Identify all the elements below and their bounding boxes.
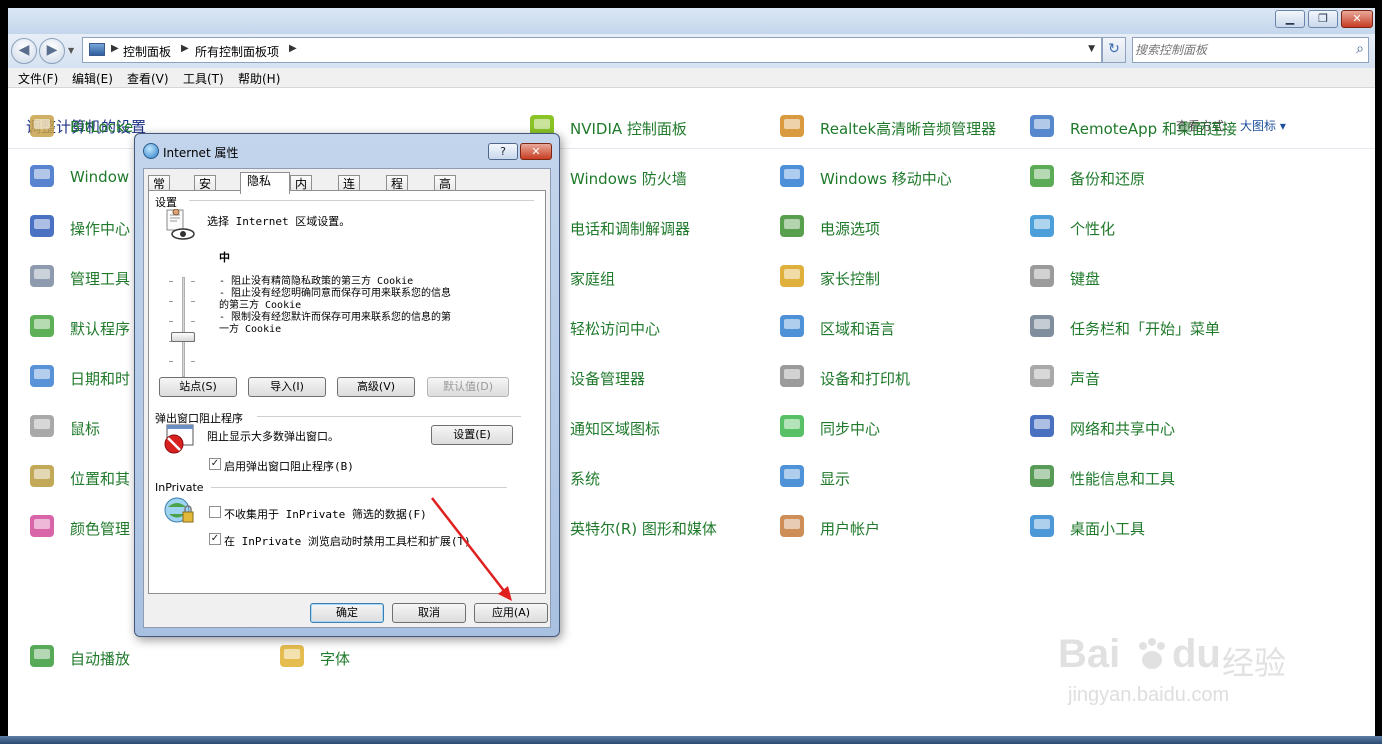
screen: ▁ ❐ ✕ ◀ ▶ ▼ ▶ 控制面板 ▶ 所有控制面板项 ▶ ▼ ↻ ⌕ (0, 0, 1382, 744)
watermark-brand-cn: 经验 (1222, 644, 1287, 682)
watermark-brand: Bai (1058, 632, 1121, 676)
tab-privacy[interactable]: 隐私 (240, 172, 290, 194)
taskbar (0, 736, 1382, 744)
annotation-arrow-line (431, 497, 509, 597)
watermark-url: jingyan.baidu.com (1068, 684, 1230, 706)
annotation-arrow-head (498, 586, 512, 601)
watermark-brand-suffix: du (1172, 632, 1221, 676)
baidu-paw-icon (1139, 638, 1165, 669)
baidu-watermark: Bai du 经验 jingyan.baidu.com (1058, 632, 1318, 712)
